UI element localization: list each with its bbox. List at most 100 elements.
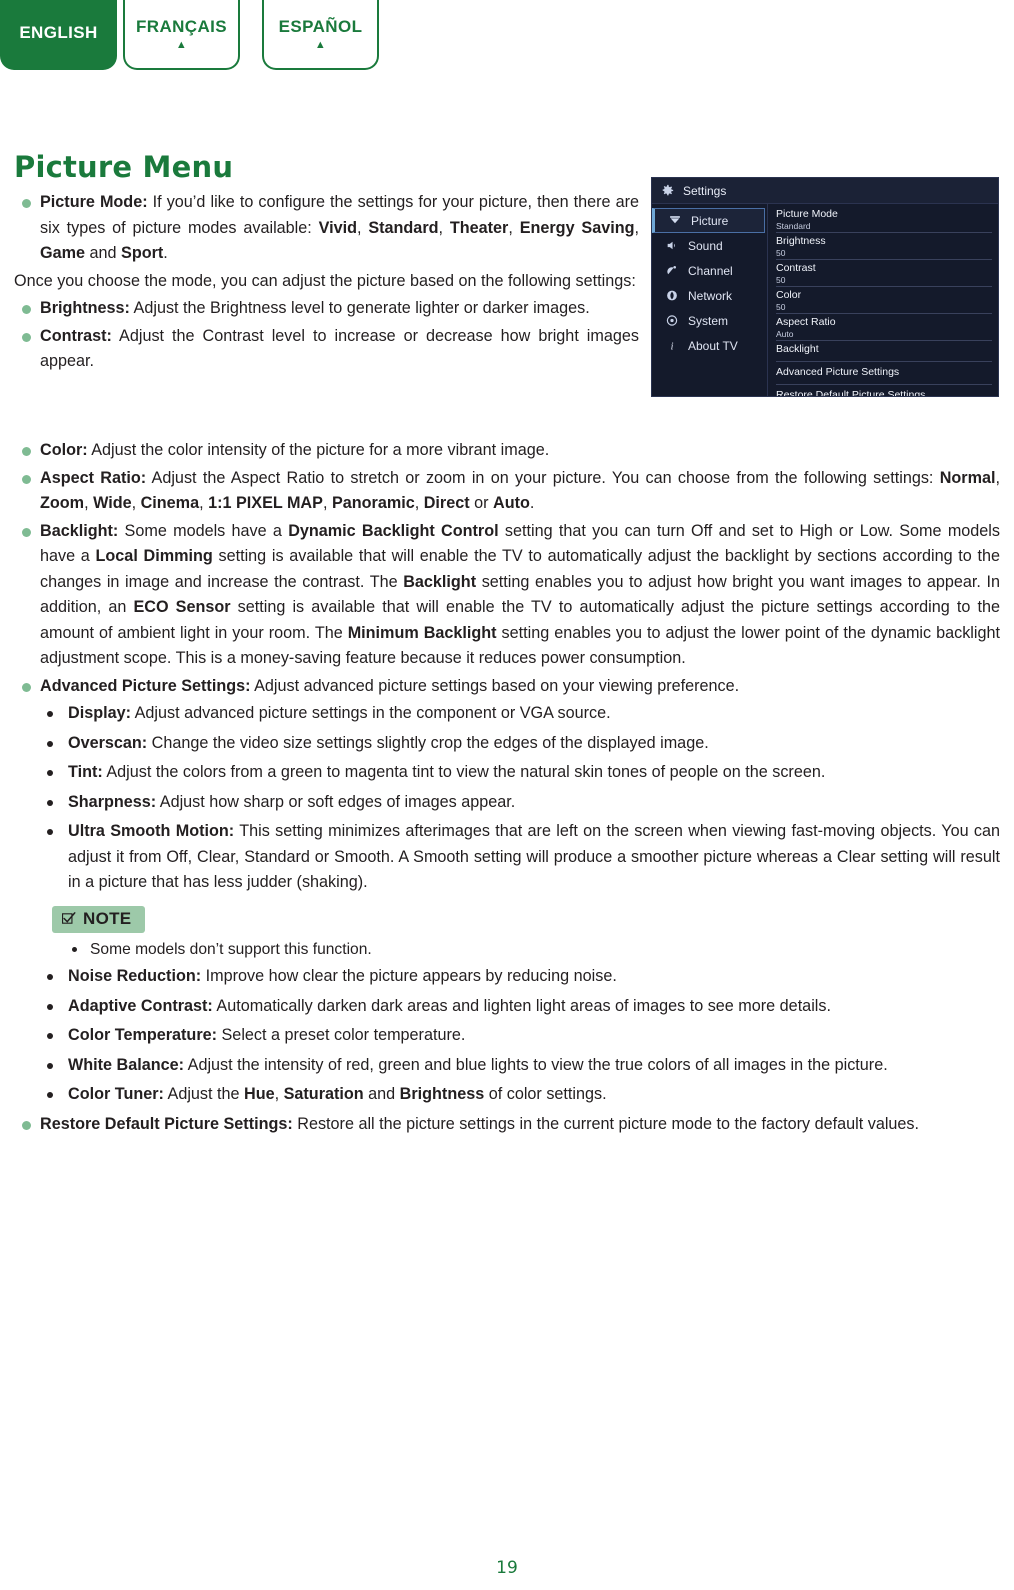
list-item-advanced-picture-settings: Advanced Picture Settings: Adjust advanc… — [14, 674, 1000, 700]
tv-option-row[interactable]: Picture Mode Standard — [776, 208, 992, 233]
mode-standard: Standard — [368, 218, 439, 237]
list-item-color-tuner: Color Tuner: Adjust the Hue, Saturation … — [14, 1082, 1000, 1108]
tv-menu-options-list: Picture Mode Standard Brightness 50 Cont… — [768, 204, 998, 396]
white-balance-text: Adjust the intensity of red, green and b… — [184, 1055, 888, 1074]
tv-menu-title: Settings — [683, 183, 727, 198]
tv-option-row[interactable]: Aspect Ratio Auto — [776, 316, 992, 341]
sep: , — [357, 218, 369, 237]
term-overscan: Overscan: — [68, 733, 148, 752]
contrast-text: Adjust the Contrast level to increase or… — [40, 326, 639, 371]
term-backlight-inline: Backlight — [403, 572, 477, 591]
tv-option-value: 50 — [776, 248, 786, 258]
restore-default-text: Restore all the picture settings in the … — [292, 1114, 920, 1133]
tv-option-row[interactable]: Contrast 50 — [776, 262, 992, 287]
sep: , — [508, 218, 520, 237]
tv-menu-body: Picture Sound Channel Network System i A… — [652, 204, 998, 396]
adaptive-contrast-text: Automatically darken dark areas and ligh… — [212, 996, 831, 1015]
sep: , — [131, 494, 141, 512]
sep: , — [995, 468, 1001, 487]
term-sharpness: Sharpness: — [68, 792, 157, 811]
mode-vivid: Vivid — [318, 218, 357, 237]
mode-game: Game — [40, 244, 85, 262]
term-color: Color: — [40, 441, 88, 459]
term-advanced-picture-settings: Advanced Picture Settings: — [40, 676, 251, 695]
list-item-white-balance: White Balance: Adjust the intensity of r… — [14, 1053, 1000, 1079]
tv-sidebar-item-sound[interactable]: Sound — [652, 233, 767, 258]
mode-energy-saving: Energy Saving — [519, 218, 635, 237]
tv-option-name: Advanced Picture Settings — [776, 366, 900, 378]
tv-sidebar-item-about-tv[interactable]: i About TV — [652, 333, 767, 358]
term-eco-sensor: ECO Sensor — [133, 598, 231, 616]
term-contrast: Contrast: — [40, 326, 112, 345]
option-direct: Direct — [423, 494, 470, 512]
tv-option-row[interactable]: Advanced Picture Settings — [776, 366, 992, 385]
list-item-brightness: Brightness: Adjust the Brightness level … — [14, 296, 639, 322]
option-wide: Wide — [93, 494, 132, 512]
aspect-ratio-text: Adjust the Aspect Ratio to stretch or zo… — [146, 468, 940, 487]
sep: , — [199, 494, 209, 512]
tv-sidebar-item-picture[interactable]: Picture — [652, 208, 765, 233]
term-brightness: Brightness: — [40, 299, 130, 317]
tv-sidebar-item-channel[interactable]: Channel — [652, 258, 767, 283]
tv-sidebar-label: About TV — [688, 338, 738, 353]
term-color-temperature: Color Temperature: — [68, 1026, 218, 1044]
gear-icon — [660, 183, 675, 198]
list-item-ultra-smooth-motion: Ultra Smooth Motion: This setting minimi… — [14, 819, 1000, 896]
sep: and — [363, 1085, 400, 1103]
list-item-display: Display: Adjust advanced picture setting… — [14, 701, 1000, 727]
list-item-tint: Tint: Adjust the colors from a green to … — [14, 760, 1000, 786]
tv-sidebar-item-network[interactable]: Network — [652, 283, 767, 308]
mode-sport: Sport — [121, 244, 164, 262]
sharpness-text: Adjust how sharp or soft edges of images… — [156, 792, 516, 811]
term-local-dimming: Local Dimming — [95, 547, 213, 565]
tv-option-name: Aspect Ratio — [776, 316, 836, 328]
tv-sidebar-label: Network — [688, 288, 733, 303]
sep: , — [438, 218, 450, 237]
term-minimum-backlight: Minimum Backlight — [347, 623, 497, 642]
term-picture-mode: Picture Mode: — [40, 193, 148, 211]
list-item-contrast: Contrast: Adjust the Contrast level to i… — [14, 324, 639, 375]
option-normal: Normal — [939, 468, 996, 487]
list-item-sharpness: Sharpness: Adjust how sharp or soft edge… — [14, 790, 1000, 816]
sep: , — [274, 1085, 284, 1103]
note-label: NOTE — [83, 908, 132, 928]
sep: , — [414, 494, 424, 512]
option-auto: Auto — [493, 494, 530, 512]
sep: . — [163, 244, 168, 262]
note-item-text: Some models don’t support this function. — [90, 940, 372, 958]
term-dynamic-backlight-control: Dynamic Backlight Control — [288, 521, 499, 540]
tv-sidebar-item-system[interactable]: System — [652, 308, 767, 333]
tv-menu-sidebar: Picture Sound Channel Network System i A… — [652, 204, 768, 396]
tv-option-name: Brightness — [776, 235, 826, 247]
tv-option-row[interactable]: Color 50 — [776, 289, 992, 314]
picture-icon — [667, 214, 682, 228]
tv-option-row[interactable]: Brightness 50 — [776, 235, 992, 260]
info-icon: i — [664, 339, 679, 353]
tv-option-row[interactable]: Restore Default Picture Settings — [776, 389, 992, 396]
overscan-text: Change the video size settings slightly … — [147, 733, 709, 752]
color-tuner-text-2: of color settings. — [484, 1085, 607, 1103]
sep: , — [84, 494, 94, 512]
tv-option-value: 50 — [776, 275, 786, 285]
sep: or — [469, 494, 493, 512]
speaker-icon — [664, 239, 679, 253]
term-saturation: Saturation — [283, 1085, 364, 1103]
tv-option-row[interactable]: Backlight — [776, 343, 992, 362]
display-text: Adjust advanced picture settings in the … — [130, 704, 611, 722]
manual-page: Picture Menu Settings Picture Sound Chan… — [0, 0, 1014, 1590]
sep: , — [634, 218, 640, 237]
network-globe-icon — [664, 289, 679, 303]
term-restore-default-picture-settings: Restore Default Picture Settings: — [40, 1114, 293, 1133]
tv-option-name: Backlight — [776, 343, 819, 355]
system-gear-icon — [664, 314, 679, 328]
term-backlight: Backlight: — [40, 521, 119, 540]
option-panoramic: Panoramic — [331, 494, 415, 512]
tint-text: Adjust the colors from a green to magent… — [102, 763, 826, 781]
tv-settings-menu-screenshot: Settings Picture Sound Channel Network S… — [651, 177, 999, 397]
list-item-color-temperature: Color Temperature: Select a preset color… — [14, 1023, 1000, 1049]
color-temperature-text: Select a preset color temperature. — [217, 1026, 466, 1044]
list-item-note-1: Some models don’t support this function. — [14, 937, 1000, 963]
sep: , — [322, 494, 332, 512]
page-number: 19 — [496, 1558, 518, 1578]
content-column-full: Color: Adjust the color intensity of the… — [14, 438, 1000, 1139]
